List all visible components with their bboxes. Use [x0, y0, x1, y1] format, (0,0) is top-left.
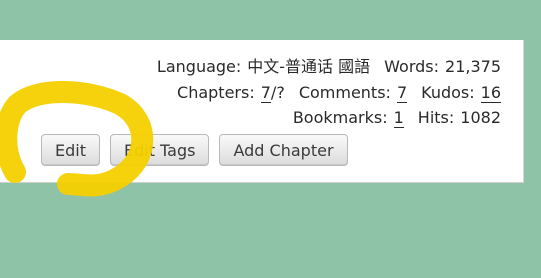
words-value: 21,375 — [445, 57, 501, 76]
chapters-label: Chapters: — [177, 82, 255, 102]
add-chapter-button[interactable]: Add Chapter — [219, 134, 348, 166]
work-stats: Language: 中文-普通话 國語 Words: 21,375 Chapters:… — [157, 54, 501, 131]
bookmarks-link[interactable]: 1 — [393, 108, 404, 128]
hits-value: 1082 — [460, 108, 501, 127]
chapters-current-link[interactable]: 7 — [260, 82, 271, 103]
bookmarks-label: Bookmarks: — [292, 108, 388, 127]
edit-button[interactable]: Edit — [41, 134, 100, 166]
hits-label: Hits: — [417, 108, 455, 127]
kudos-label: Kudos: — [421, 82, 475, 102]
work-stats-panel: Language: 中文-普通话 國語 Words: 21,375 Chapters:… — [0, 40, 524, 183]
stats-row-language-words: Language: 中文-普通话 國語 Words: 21,375 — [157, 54, 501, 80]
stats-row-bookmarks-hits: Bookmarks: 1 Hits: 1082 — [157, 105, 501, 131]
edit-tags-button[interactable]: Edit Tags — [109, 134, 210, 166]
language-label: Language: — [156, 57, 242, 76]
kudos-link[interactable]: 16 — [480, 82, 501, 103]
language-value: 中文-普通话 國語 — [247, 57, 371, 76]
comments-label: Comments: — [298, 82, 391, 102]
stats-row-chapters-comments-kudos: Chapters: 7/? Comments: 7 Kudos: 16 — [157, 80, 501, 106]
work-actions: Edit Edit Tags Add Chapter — [41, 134, 348, 166]
comments-link[interactable]: 7 — [396, 82, 408, 103]
words-label: Words: — [384, 57, 440, 76]
chapters-total: /? — [270, 82, 285, 102]
